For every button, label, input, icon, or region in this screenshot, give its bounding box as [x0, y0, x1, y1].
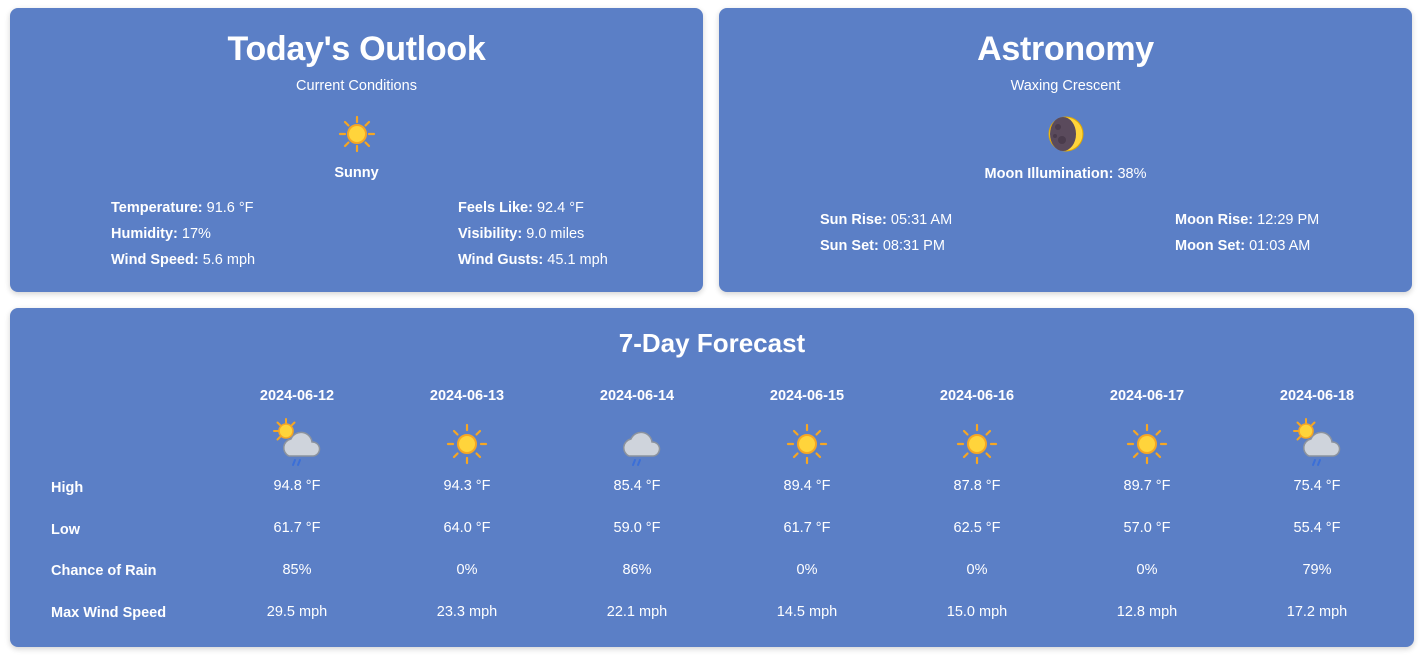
- forecast-date: 2024-06-15: [769, 388, 845, 404]
- forecast-date: 2024-06-12: [259, 388, 335, 404]
- outlook-card: Today's Outlook Current Conditions Sunny…: [10, 8, 703, 292]
- forecast-low-cell: 64.0 °F: [443, 520, 491, 536]
- forecast-low-cell: 62.5 °F: [953, 520, 1001, 536]
- forecast-rain-cell: 0%: [456, 562, 478, 578]
- row-label-high: High: [51, 480, 84, 496]
- wind-gusts-value: 45.1 mph: [547, 252, 608, 268]
- forecast-rain-cell: 86%: [622, 562, 652, 578]
- moon-phase-text: Waxing Crescent: [1010, 78, 1121, 94]
- forecast-high-cell: 89.7 °F: [1123, 478, 1171, 494]
- sun-cloud-rain-icon: [269, 416, 325, 472]
- humidity-label: Humidity:: [111, 226, 178, 242]
- forecast-high-cell: 94.3 °F: [443, 478, 491, 494]
- sun-icon: [337, 114, 377, 154]
- moon-rise-value: 12:29 PM: [1257, 212, 1320, 228]
- astronomy-card: Astronomy Waxing Crescent Moon Illuminat…: [719, 8, 1412, 292]
- moon-illumination-label: Moon Illumination:: [984, 166, 1114, 182]
- forecast-high-cell: 94.8 °F: [273, 478, 321, 494]
- moon-set-value: 01:03 AM: [1249, 238, 1311, 254]
- forecast-date: 2024-06-18: [1279, 388, 1355, 404]
- sun-rise-stat: Sun Rise: 05:31 AM: [820, 212, 952, 228]
- forecast-low-cell: 61.7 °F: [273, 520, 321, 536]
- forecast-low-cell: 55.4 °F: [1293, 520, 1341, 536]
- humidity-stat: Humidity: 17%: [111, 226, 211, 242]
- wind-gusts-label: Wind Gusts:: [458, 252, 544, 268]
- moon-rise-stat: Moon Rise: 12:29 PM: [1175, 212, 1319, 228]
- forecast-wind-cell: 23.3 mph: [436, 604, 498, 620]
- forecast-low-cell: 61.7 °F: [783, 520, 831, 536]
- forecast-rain-cell: 79%: [1302, 562, 1332, 578]
- row-label-wind: Max Wind Speed: [51, 605, 167, 621]
- sun-icon: [779, 416, 835, 472]
- forecast-date: 2024-06-17: [1109, 388, 1185, 404]
- feels-like-value: 92.4 °F: [536, 200, 584, 216]
- sun-set-value: 08:31 PM: [882, 238, 945, 254]
- cloud-rain-icon: [609, 416, 665, 472]
- sun-rise-label: Sun Rise:: [820, 212, 887, 228]
- row-label-rain: Chance of Rain: [51, 563, 157, 579]
- forecast-high-cell: 87.8 °F: [953, 478, 1001, 494]
- wind-speed-stat: Wind Speed: 5.6 mph: [111, 252, 255, 268]
- outlook-title: Today's Outlook: [227, 30, 486, 68]
- forecast-wind-cell: 15.0 mph: [946, 604, 1008, 620]
- forecast-wind-cell: 29.5 mph: [266, 604, 328, 620]
- forecast-high-cell: 75.4 °F: [1293, 478, 1341, 494]
- moon-set-label: Moon Set:: [1175, 238, 1246, 254]
- sun-set-label: Sun Set:: [820, 238, 879, 254]
- forecast-date: 2024-06-13: [429, 388, 505, 404]
- forecast-wind-cell: 12.8 mph: [1116, 604, 1178, 620]
- wind-gusts-stat: Wind Gusts: 45.1 mph: [458, 252, 608, 268]
- wind-speed-value: 5.6 mph: [202, 252, 256, 268]
- temperature-value: 91.6 °F: [206, 200, 254, 216]
- temperature-label: Temperature:: [111, 200, 203, 216]
- sun-icon: [439, 416, 495, 472]
- forecast-rain-cell: 0%: [796, 562, 818, 578]
- visibility-stat: Visibility: 9.0 miles: [458, 226, 584, 242]
- wind-speed-label: Wind Speed:: [111, 252, 199, 268]
- sun-set-stat: Sun Set: 08:31 PM: [820, 238, 945, 254]
- condition-text: Sunny: [334, 165, 379, 181]
- crescent-moon-icon: [1046, 114, 1086, 154]
- forecast-date: 2024-06-16: [939, 388, 1015, 404]
- moon-set-stat: Moon Set: 01:03 AM: [1175, 238, 1310, 254]
- moon-rise-label: Moon Rise:: [1175, 212, 1254, 228]
- forecast-title: 7-Day Forecast: [618, 328, 806, 358]
- visibility-value: 9.0 miles: [526, 226, 585, 242]
- forecast-rain-cell: 0%: [1136, 562, 1158, 578]
- row-label-low: Low: [51, 522, 80, 538]
- forecast-high-cell: 85.4 °F: [613, 478, 661, 494]
- moon-illumination-value: 38%: [1117, 166, 1147, 182]
- feels-like-label: Feels Like:: [458, 200, 533, 216]
- outlook-subtitle: Current Conditions: [296, 78, 417, 94]
- forecast-low-cell: 59.0 °F: [613, 520, 661, 536]
- feels-like-stat: Feels Like: 92.4 °F: [458, 200, 584, 216]
- temperature-stat: Temperature: 91.6 °F: [111, 200, 254, 216]
- sun-cloud-rain-icon: [1289, 416, 1345, 472]
- forecast-wind-cell: 14.5 mph: [776, 604, 838, 620]
- sun-rise-value: 05:31 AM: [890, 212, 953, 228]
- forecast-rain-cell: 85%: [282, 562, 312, 578]
- forecast-date: 2024-06-14: [599, 388, 675, 404]
- forecast-rain-cell: 0%: [966, 562, 988, 578]
- forecast-low-cell: 57.0 °F: [1123, 520, 1171, 536]
- forecast-wind-cell: 22.1 mph: [606, 604, 668, 620]
- forecast-high-cell: 89.4 °F: [783, 478, 831, 494]
- sun-icon: [949, 416, 1005, 472]
- astronomy-title: Astronomy: [977, 30, 1154, 68]
- forecast-card: 7-Day Forecast High Low Chance of Rain M…: [10, 308, 1414, 647]
- visibility-label: Visibility:: [458, 226, 523, 242]
- forecast-wind-cell: 17.2 mph: [1286, 604, 1348, 620]
- moon-illumination: Moon Illumination: 38%: [719, 166, 1412, 182]
- sun-icon: [1119, 416, 1175, 472]
- humidity-value: 17%: [181, 226, 211, 242]
